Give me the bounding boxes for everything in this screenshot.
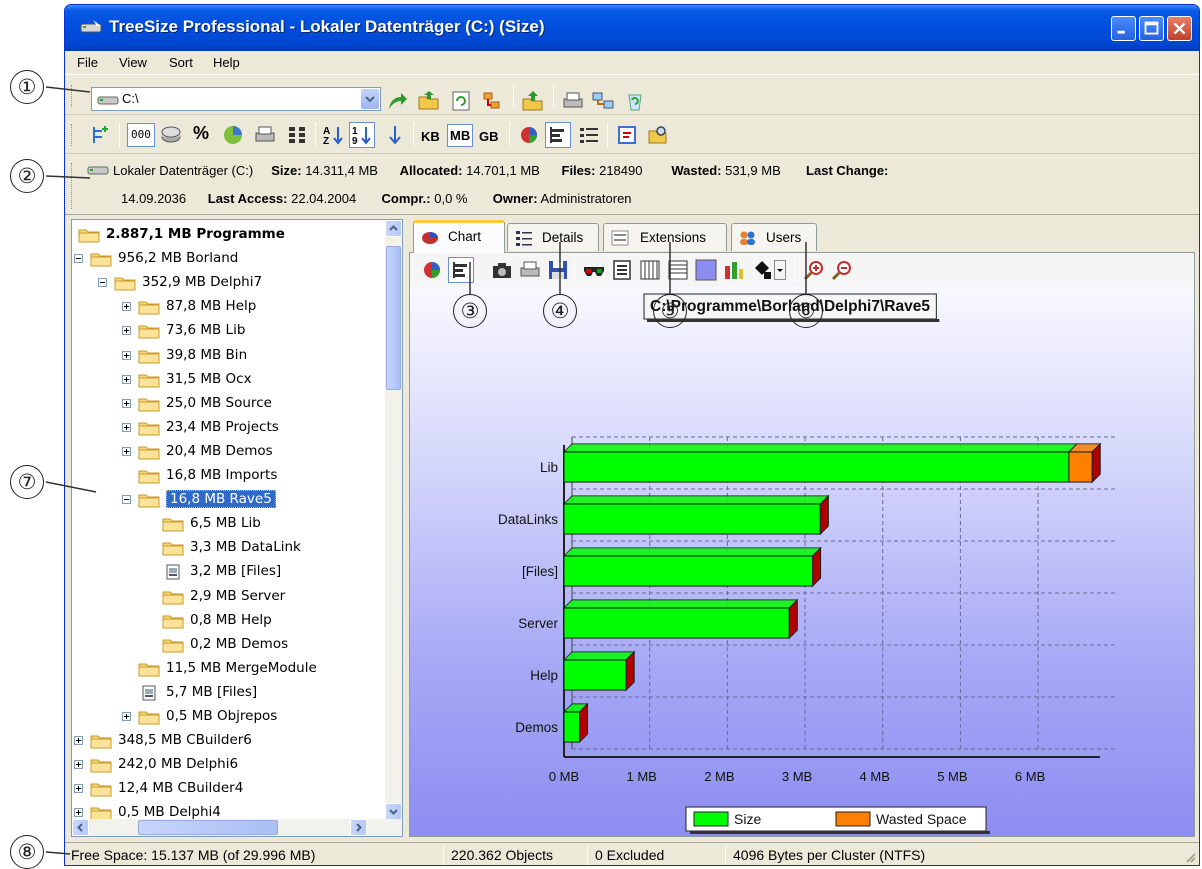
callout-8: ⑧ [10,835,44,869]
callout-4: ④ [543,294,577,328]
tab-chart-label: Chart [448,229,482,244]
callout-6: ⑥ [789,294,823,328]
annotated-screenshot: TreeSize Professional - Lokaler Datenträ… [0,0,1202,869]
callout-1: ① [10,70,44,104]
callout-leader-lines [45,86,807,855]
callout-5: ⑤ [653,294,687,328]
callout-2: ② [10,159,44,193]
callout-7: ⑦ [10,465,44,499]
callout-3: ③ [453,294,487,328]
tab-chart[interactable]: Chart [413,220,505,253]
pie-chart-icon [422,232,438,244]
